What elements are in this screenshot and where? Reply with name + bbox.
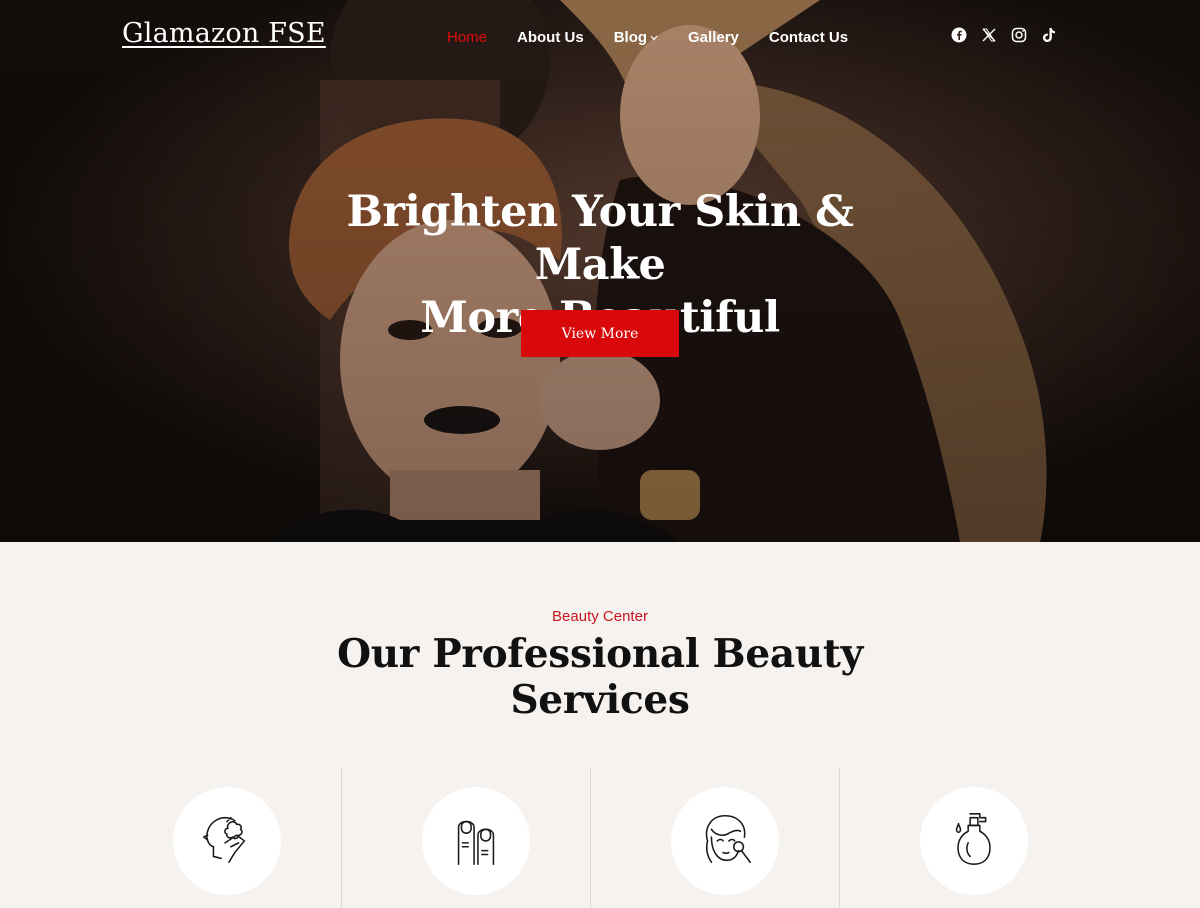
section-title-line-1: Our Professional Beauty	[337, 631, 863, 677]
hero-title-line-1: Brighten Your Skin & Make	[346, 187, 854, 290]
service-card[interactable]	[342, 768, 591, 908]
view-more-button[interactable]: View More	[521, 310, 679, 357]
service-cards	[93, 768, 1107, 908]
nav-item-label: Gallery	[688, 28, 739, 46]
nail-care-icon	[445, 808, 507, 875]
social-links	[950, 26, 1070, 44]
nav-item-label: Blog	[613, 28, 648, 46]
section-title-line-2: Services	[510, 677, 690, 723]
site-logo[interactable]: Glamazon FSE	[122, 18, 326, 49]
nav-item-label: About Us	[517, 28, 584, 46]
service-icon-circle	[422, 787, 530, 895]
chevron-down-icon	[650, 33, 658, 43]
hair-care-icon	[196, 808, 258, 875]
nav-item-label: Contact Us	[768, 28, 849, 46]
service-card[interactable]	[840, 768, 1089, 908]
nav-item-about-us[interactable]: About Us	[517, 27, 584, 47]
site-header: Glamazon FSE Home About Us Blog Gallery …	[0, 0, 1200, 72]
service-icon-circle	[671, 787, 779, 895]
services-section: Beauty Center Our Professional Beauty Se…	[0, 542, 1200, 908]
cosmetics-bottle-icon	[943, 808, 1005, 875]
tiktok-icon[interactable]	[1040, 26, 1058, 44]
nav-item-label: Home	[447, 28, 488, 46]
service-card[interactable]	[93, 768, 342, 908]
section-title: Our Professional Beauty Services	[300, 631, 900, 723]
hero-section: Glamazon FSE Home About Us Blog Gallery …	[0, 0, 1200, 542]
section-eyebrow: Beauty Center	[552, 608, 648, 625]
nav-item-blog[interactable]: Blog	[614, 27, 658, 47]
nav-item-home[interactable]: Home	[447, 27, 487, 47]
x-icon[interactable]	[980, 26, 998, 44]
service-card[interactable]	[591, 768, 840, 908]
main-navigation: Home About Us Blog Gallery Contact Us	[447, 27, 878, 47]
nav-item-gallery[interactable]: Gallery	[688, 27, 739, 47]
makeup-icon	[694, 808, 756, 875]
service-icon-circle	[173, 787, 281, 895]
nav-item-contact-us[interactable]: Contact Us	[769, 27, 848, 47]
service-icon-circle	[920, 787, 1028, 895]
facebook-icon[interactable]	[950, 26, 968, 44]
instagram-icon[interactable]	[1010, 26, 1028, 44]
